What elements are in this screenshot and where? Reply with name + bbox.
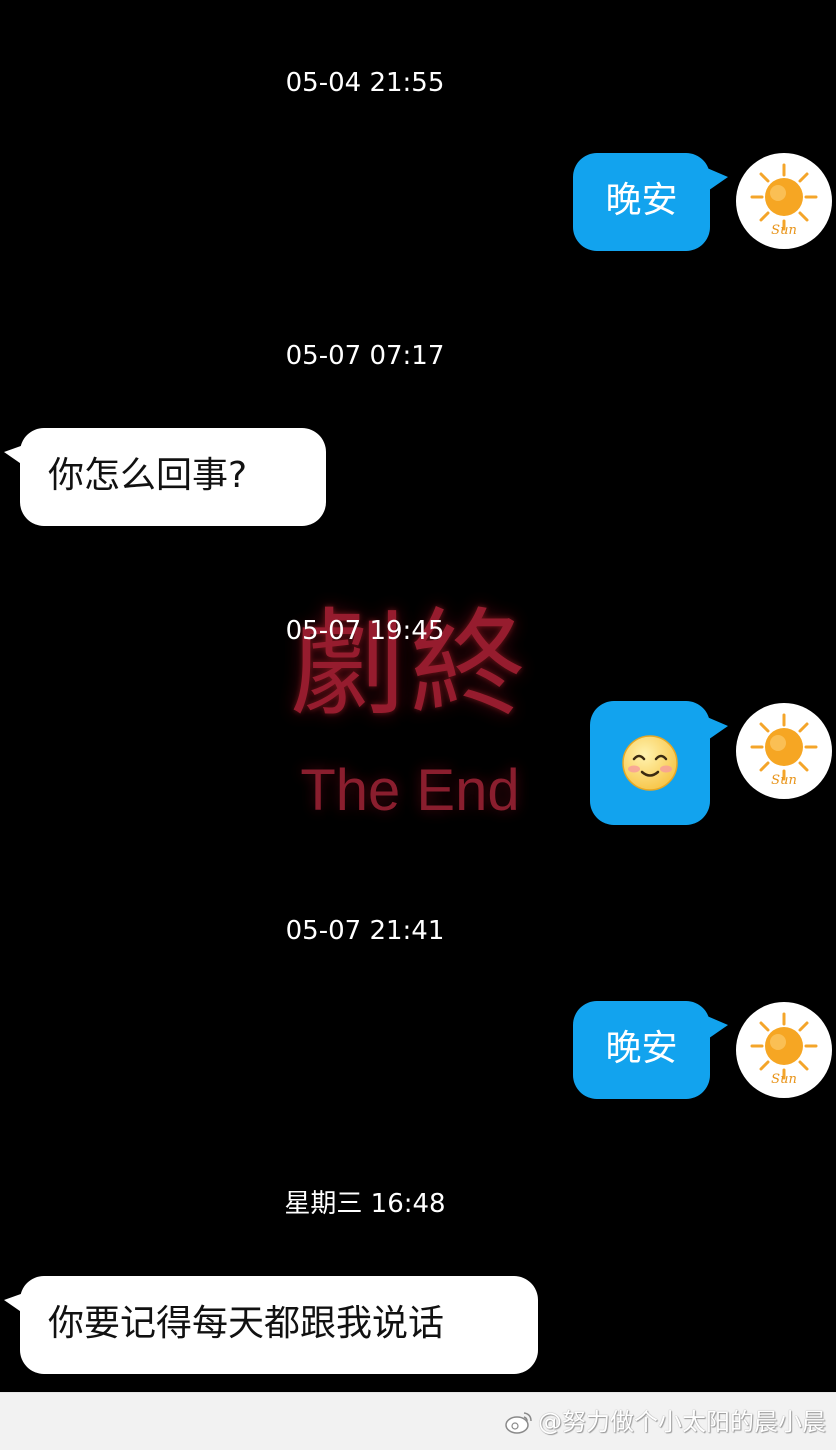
timestamp: 星期三 16:48: [284, 1189, 446, 1219]
avatar[interactable]: Sun: [736, 703, 832, 799]
avatar-label: Sun: [771, 223, 797, 238]
message-text: 晚安: [605, 1028, 678, 1069]
outgoing-message-bubble[interactable]: 晚安: [573, 153, 710, 251]
bubble-tail: [700, 714, 728, 744]
avatar-label: Sun: [771, 1072, 797, 1087]
chat-screen: 劇終 The End 05-04 21:55 晚安 Sun 05-07 07:1…: [0, 0, 836, 1392]
smiling-face-emoji-icon: [622, 735, 678, 791]
timestamp: 05-07 07:17: [285, 341, 445, 371]
timestamp: 05-04 21:55: [285, 68, 445, 98]
avatar[interactable]: Sun: [736, 1002, 832, 1098]
background-title: 劇終: [290, 597, 530, 732]
weibo-icon: [505, 1412, 532, 1434]
weibo-watermark: @努力做个小太阳的晨小晨: [504, 1408, 826, 1436]
message-text: 你怎么回事?: [48, 455, 248, 496]
message-text: 你要记得每天都跟我说话: [48, 1303, 445, 1344]
timestamp: 05-07 19:45: [285, 616, 445, 646]
outgoing-message-bubble[interactable]: 晚安: [573, 1001, 710, 1099]
outgoing-message-bubble[interactable]: [590, 701, 710, 825]
watermark-text: @努力做个小太阳的晨小晨: [538, 1408, 826, 1436]
avatar-label: Sun: [771, 773, 797, 788]
background-subtitle: The End: [300, 758, 520, 823]
message-text: 晚安: [605, 180, 678, 221]
timestamp: 05-07 21:41: [285, 916, 445, 946]
bubble-tail: [700, 1013, 728, 1043]
bubble-tail: [700, 165, 728, 195]
avatar[interactable]: Sun: [736, 153, 832, 249]
incoming-message-bubble[interactable]: 你怎么回事?: [20, 428, 326, 526]
incoming-message-bubble[interactable]: 你要记得每天都跟我说话: [20, 1276, 538, 1374]
